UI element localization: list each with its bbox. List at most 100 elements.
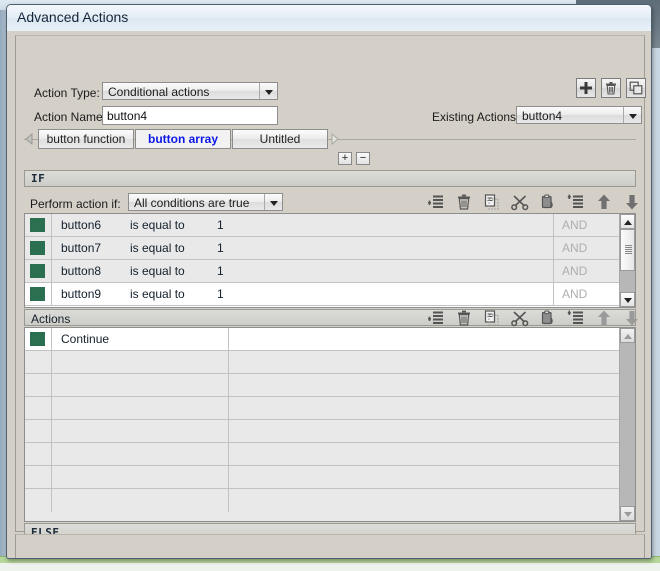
insert-action-row-icon[interactable]	[566, 309, 588, 329]
tab-scroll-left-button[interactable]	[24, 132, 34, 146]
chevron-down-icon[interactable]	[264, 194, 282, 210]
table-row[interactable]	[25, 351, 635, 374]
condition-status-icon	[30, 264, 45, 278]
move-condition-down-icon[interactable]	[622, 193, 644, 213]
action-type-value: Conditional actions	[108, 85, 210, 99]
usage-button[interactable]: Usage	[347, 558, 413, 559]
action-name-input[interactable]: button4	[102, 106, 278, 125]
condition-type-cell	[25, 260, 52, 282]
table-row[interactable]	[25, 443, 635, 466]
insert-condition-icon[interactable]	[566, 193, 588, 213]
delete-action-row-icon[interactable]	[454, 309, 476, 329]
duplicate-action-button[interactable]	[626, 78, 646, 98]
scroll-down-button[interactable]	[620, 292, 635, 307]
actions-scrollbar[interactable]	[619, 328, 635, 521]
action-name-value: button4	[107, 109, 148, 123]
advanced-actions-dialog: Advanced Actions Action Type: Conditiona…	[6, 4, 652, 559]
remove-tab-button[interactable]: −	[356, 152, 370, 165]
action-type-cell	[25, 443, 52, 465]
existing-actions-label: Existing Actions:	[432, 110, 520, 124]
table-row[interactable]	[25, 374, 635, 397]
delete-action-button[interactable]	[601, 78, 621, 98]
scissors-icon	[511, 195, 529, 211]
add-action-button[interactable]	[576, 78, 596, 98]
column-separator	[228, 466, 229, 488]
table-row[interactable]: button6 is equal to 1 AND	[25, 214, 635, 237]
duplicate-icon	[629, 81, 643, 95]
update-button[interactable]: Update	[509, 558, 575, 559]
chevron-down-icon[interactable]	[259, 83, 277, 99]
paste-condition-icon[interactable]	[538, 193, 560, 213]
condition-variable: button8	[61, 264, 102, 278]
delete-condition-icon[interactable]	[454, 193, 476, 213]
tab-button-array[interactable]: button array	[135, 129, 231, 149]
column-separator	[228, 351, 229, 373]
add-action-row-icon[interactable]	[426, 309, 448, 329]
column-separator	[228, 328, 229, 350]
paste-action-row-icon[interactable]	[538, 309, 560, 329]
scroll-up-button[interactable]	[620, 214, 635, 229]
condition-value: 1	[217, 264, 224, 278]
condition-value: 1	[217, 241, 224, 255]
close-button[interactable]: Close	[580, 558, 640, 559]
actions-grid[interactable]: Continue	[24, 327, 636, 522]
condition-operator: is equal to	[130, 241, 185, 255]
action-type-dropdown[interactable]: Conditional actions	[102, 82, 278, 100]
arrow-up-icon	[598, 310, 610, 325]
scissors-icon	[511, 311, 529, 327]
add-condition-icon[interactable]	[426, 193, 448, 213]
condition-value: 1	[217, 218, 224, 232]
table-row[interactable]: button9 is equal to 1 AND	[25, 283, 635, 306]
action-type-cell	[25, 397, 52, 419]
action-type-label: Action Type:	[34, 86, 100, 100]
action-type-cell	[25, 328, 52, 350]
move-action-up-icon[interactable]	[594, 309, 616, 329]
table-row[interactable]	[25, 466, 635, 489]
perform-action-if-dropdown[interactable]: All conditions are true	[128, 193, 283, 211]
column-separator	[553, 237, 554, 259]
scrollbar-thumb[interactable]	[620, 229, 635, 271]
scrollbar-grip-icon	[625, 245, 632, 255]
tab-untitled[interactable]: Untitled	[232, 129, 328, 149]
scroll-down-button[interactable]	[620, 506, 635, 521]
table-row[interactable]	[25, 489, 635, 512]
variables-button[interactable]: Variables…	[418, 558, 504, 559]
dialog-title-bar: Advanced Actions	[7, 5, 651, 32]
scroll-up-button[interactable]	[620, 328, 635, 343]
condition-status-icon	[30, 287, 45, 301]
add-tab-button[interactable]: +	[338, 152, 352, 165]
copy-icon	[484, 194, 499, 210]
action-type-cell	[25, 466, 52, 488]
copy-action-row-icon[interactable]	[482, 309, 504, 329]
perform-action-if-value: All conditions are true	[134, 196, 250, 210]
condition-status-icon	[30, 241, 45, 255]
action-type-cell	[25, 420, 52, 442]
tab-button-function[interactable]: button function	[38, 129, 134, 149]
plus-icon	[580, 82, 592, 94]
cut-action-row-icon[interactable]	[510, 309, 532, 329]
copy-icon	[484, 310, 499, 326]
action-name: Continue	[61, 332, 110, 346]
copy-condition-icon[interactable]	[482, 193, 504, 213]
column-separator	[228, 397, 229, 419]
move-action-down-icon[interactable]	[622, 309, 644, 329]
conditions-grid[interactable]: button6 is equal to 1 AND button7 is equ…	[24, 213, 636, 308]
tab-scroll-right-button[interactable]	[330, 132, 340, 146]
table-row[interactable]: button7 is equal to 1 AND	[25, 237, 635, 260]
table-row[interactable]: button8 is equal to 1 AND	[25, 260, 635, 283]
table-row[interactable]: Continue	[25, 328, 635, 351]
column-separator	[228, 443, 229, 465]
action-name-label: Action Name:	[34, 110, 107, 124]
move-condition-up-icon[interactable]	[594, 193, 616, 213]
tab-strip: button function button array Untitled	[24, 129, 636, 149]
conditions-scrollbar[interactable]	[619, 214, 635, 307]
cut-condition-icon[interactable]	[510, 193, 532, 213]
table-row[interactable]	[25, 420, 635, 443]
table-row[interactable]	[25, 397, 635, 420]
chevron-down-icon[interactable]	[623, 107, 641, 123]
scrollbar-track[interactable]	[620, 328, 635, 521]
condition-operator: is equal to	[130, 218, 185, 232]
main-panel: Action Type: Conditional actions Action …	[15, 35, 646, 542]
existing-actions-dropdown[interactable]: button4	[516, 106, 642, 124]
trash-icon	[606, 82, 616, 95]
